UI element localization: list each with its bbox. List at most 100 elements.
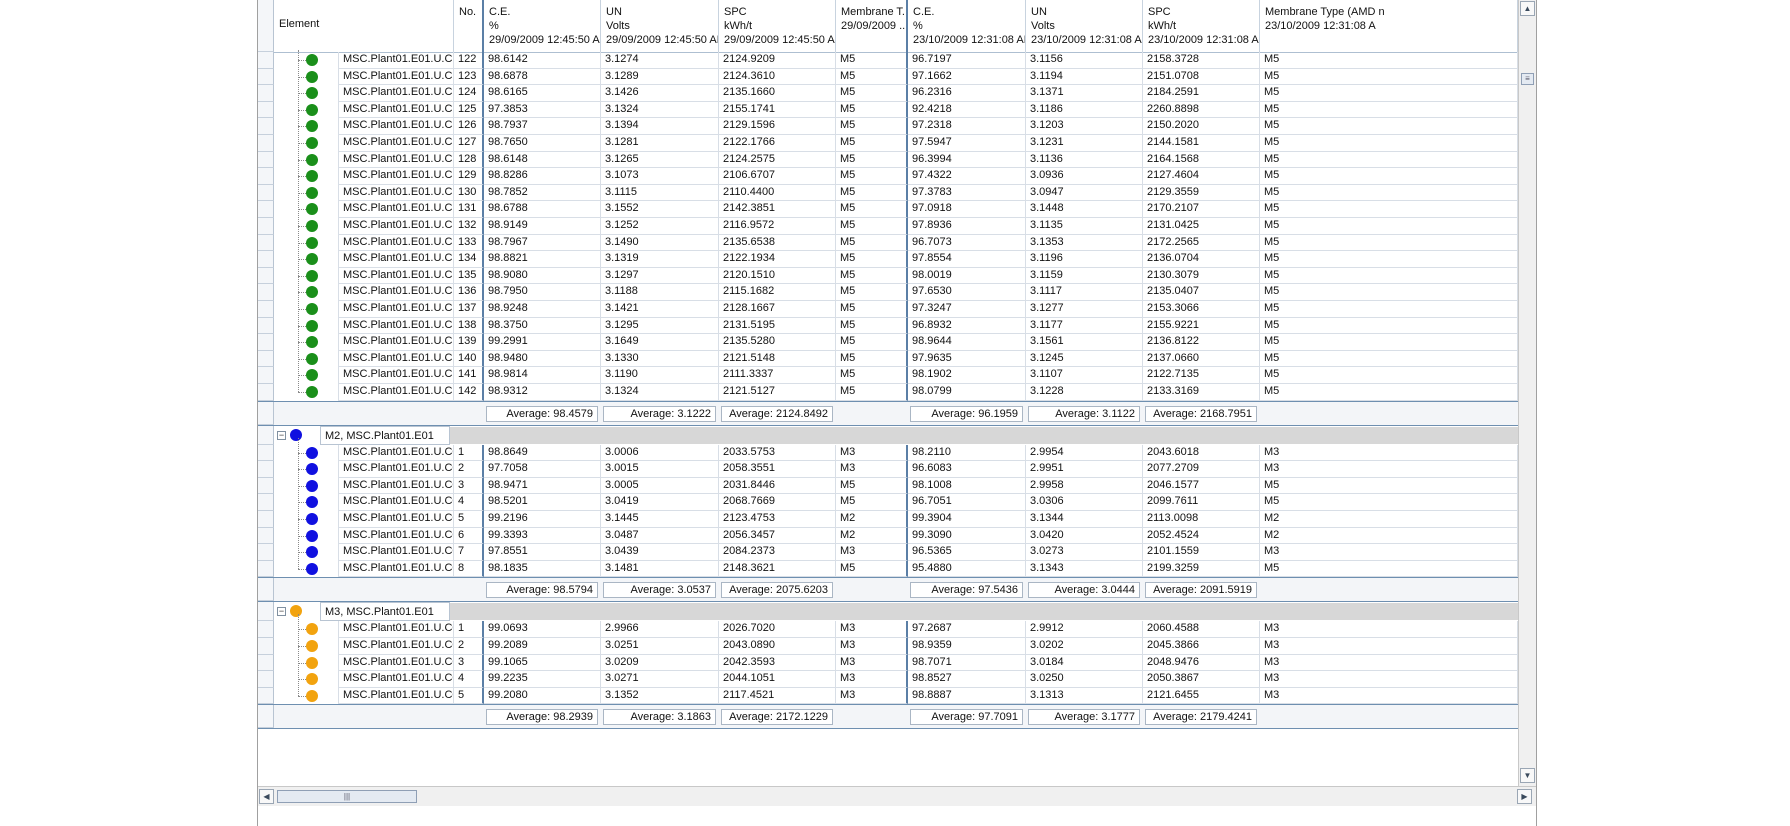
value-cell[interactable]: 2148.3621 [719,560,836,578]
value-cell[interactable]: 99.2991 [484,334,601,351]
value-cell[interactable]: 2129.3559 [1143,184,1260,202]
value-cell[interactable]: M3 [836,621,908,638]
element-cell[interactable]: MSC.Plant01.E01.U.C137 [338,68,454,86]
value-cell[interactable]: M3 [1260,654,1518,672]
element-cell[interactable]: MSC.Plant01.E01.U.C156 [338,384,454,401]
column-header-8[interactable]: SPC kWh/t 23/10/2009 12:31:08 AM [1143,0,1260,52]
value-cell[interactable]: 2123.4753 [719,511,836,528]
value-cell[interactable]: 97.1662 [908,68,1026,86]
value-cell[interactable]: 3.0005 [601,477,719,495]
table-row[interactable]: MSC.Plant01.E01.U.C15213898.37503.129521… [258,317,1518,335]
value-cell[interactable]: 2170.2107 [1143,201,1260,218]
row-selector[interactable] [258,118,274,135]
column-header-7[interactable]: UN Volts 23/10/2009 12:31:08 AM [1026,0,1143,52]
value-cell[interactable]: 97.2318 [908,118,1026,135]
row-selector[interactable] [258,234,274,252]
row-selector[interactable] [258,350,274,368]
value-cell[interactable]: 2111.3337 [719,367,836,384]
value-cell[interactable]: 96.7073 [908,234,1026,252]
value-cell[interactable]: 3.1136 [1026,151,1143,169]
value-cell[interactable]: 2117.4521 [719,687,836,705]
value-cell[interactable]: M5 [836,494,908,511]
value-cell[interactable]: 133 [454,234,484,252]
value-cell[interactable]: 3.1289 [601,68,719,86]
value-cell[interactable]: 137 [454,301,484,318]
value-cell[interactable]: 98.9080 [484,267,601,285]
value-cell[interactable]: 2050.3867 [1143,671,1260,688]
value-cell[interactable]: 6 [454,527,484,545]
value-cell[interactable]: 141 [454,367,484,384]
value-cell[interactable]: 98.1835 [484,560,601,578]
value-cell[interactable]: M3 [836,444,908,462]
value-cell[interactable]: 97.0918 [908,201,1026,218]
value-cell[interactable]: 136 [454,284,484,301]
value-cell[interactable]: 98.9480 [484,350,601,368]
value-cell[interactable]: 3 [454,654,484,672]
value-cell[interactable]: M5 [1260,168,1518,185]
element-cell[interactable]: MSC.Plant01.E01.U.C153 [338,334,454,351]
value-cell[interactable]: 2155.9221 [1143,317,1260,335]
table-row[interactable]: MSC.Plant01.E01.U.C13712398.68783.128921… [258,68,1518,86]
table-row[interactable]: MSC.Plant01.E01.U.C14212898.61483.126521… [258,151,1518,169]
value-cell[interactable]: M5 [836,135,908,152]
value-cell[interactable]: 4 [454,671,484,688]
value-cell[interactable]: M2 [836,511,908,528]
value-cell[interactable]: 3.1445 [601,511,719,528]
value-cell[interactable]: M5 [1260,118,1518,135]
table-row[interactable]: MSC.Plant01.E01.U.C13912597.38533.132421… [258,101,1518,119]
element-cell[interactable]: MSC.Plant01.E01.U.C077 [338,527,454,545]
row-selector[interactable] [258,461,274,478]
value-cell[interactable]: M5 [836,384,908,401]
value-cell[interactable]: 2133.3169 [1143,384,1260,401]
value-cell[interactable]: 95.4880 [908,560,1026,578]
row-selector[interactable] [258,101,274,119]
value-cell[interactable]: 3.1448 [1026,201,1143,218]
value-cell[interactable]: 123 [454,68,484,86]
value-cell[interactable]: 2136.8122 [1143,334,1260,351]
value-cell[interactable]: 1 [454,621,484,638]
table-row[interactable]: MSC.Plant01.E01.U.C15614298.93123.132421… [258,384,1518,401]
value-cell[interactable]: M5 [1260,234,1518,252]
value-cell[interactable]: M3 [836,544,908,561]
element-cell[interactable]: MSC.Plant01.E01.U.C138 [338,85,454,102]
row-selector[interactable] [258,621,274,638]
value-cell[interactable]: 2135.5280 [719,334,836,351]
value-cell[interactable]: M5 [836,184,908,202]
table-row[interactable]: MSC.Plant01.E01.U.C077699.33933.04872056… [258,527,1518,545]
value-cell[interactable]: 98.8887 [908,687,1026,705]
value-cell[interactable]: 2155.1741 [719,101,836,119]
value-cell[interactable]: 97.8551 [484,544,601,561]
value-cell[interactable]: 3.1343 [1026,560,1143,578]
value-cell[interactable]: 3.0306 [1026,494,1143,511]
value-cell[interactable]: M3 [1260,461,1518,478]
value-cell[interactable]: 126 [454,118,484,135]
value-cell[interactable]: 97.2687 [908,621,1026,638]
element-cell[interactable]: MSC.Plant01.E01.U.C146 [338,218,454,235]
column-header-3[interactable]: UN Volts 29/09/2009 12:45:50 AM [601,0,719,52]
value-cell[interactable]: 98.7937 [484,118,601,135]
value-cell[interactable]: 3.1330 [601,350,719,368]
value-cell[interactable]: 129 [454,168,484,185]
element-cell[interactable]: MSC.Plant01.E01.U.C150 [338,284,454,301]
value-cell[interactable]: M5 [1260,218,1518,235]
table-row[interactable]: MSC.Plant01.E01.U.C13812498.61653.142621… [258,85,1518,102]
value-cell[interactable]: M5 [836,251,908,268]
row-selector[interactable] [258,168,274,185]
row-selector[interactable] [258,578,274,602]
value-cell[interactable]: M5 [836,234,908,252]
scroll-up-icon[interactable]: ▲ [1520,1,1535,16]
value-cell[interactable]: 3.1353 [1026,234,1143,252]
value-cell[interactable]: M5 [836,168,908,185]
value-cell[interactable]: 3.0202 [1026,638,1143,655]
row-selector[interactable] [258,151,274,169]
value-cell[interactable]: M3 [1260,687,1518,705]
column-header-1[interactable]: No. [454,0,484,52]
value-cell[interactable]: 98.9312 [484,384,601,401]
table-row[interactable]: MSC.Plant01.E01.U.C059498.52013.04192068… [258,494,1518,511]
value-cell[interactable]: 98.1902 [908,367,1026,384]
value-cell[interactable]: 98.5201 [484,494,601,511]
value-cell[interactable]: 99.3393 [484,527,601,545]
value-cell[interactable]: 97.3783 [908,184,1026,202]
row-selector[interactable] [258,638,274,655]
scroll-left-icon[interactable]: ◀ [259,789,274,804]
